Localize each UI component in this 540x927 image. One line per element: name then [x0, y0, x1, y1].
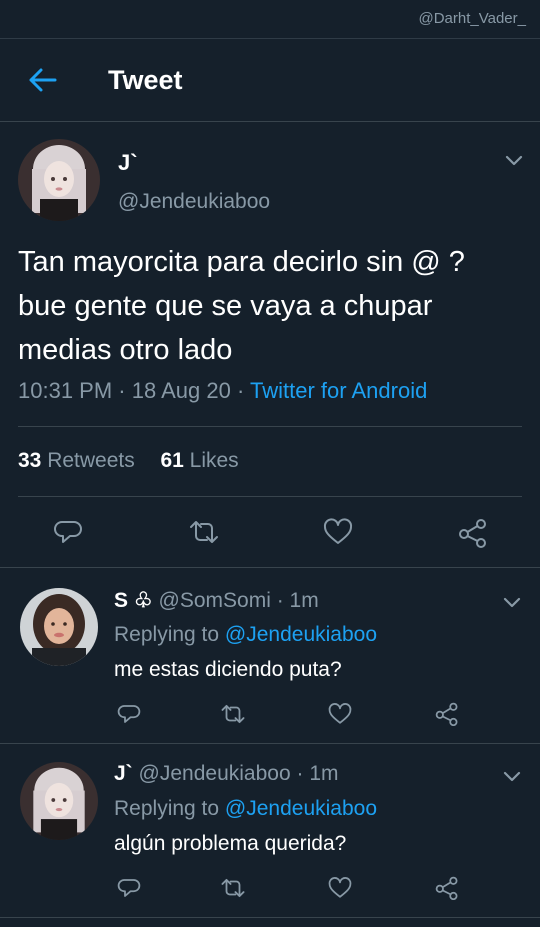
tweet-stats: 33 Retweets 61 Likes — [18, 449, 239, 473]
avatar[interactable] — [18, 139, 100, 221]
retweets-label: Retweets — [47, 449, 135, 472]
reply-time: 1m — [309, 762, 339, 785]
replying-to: Replying to @Jendeukiaboo — [114, 797, 377, 821]
reply-icon[interactable] — [53, 518, 83, 546]
reply-tweet[interactable]: J` @Jendeukiaboo · 1m Replying to @Jende… — [0, 744, 540, 918]
back-arrow-icon[interactable] — [28, 67, 58, 93]
reply-icon[interactable] — [117, 702, 141, 726]
like-icon[interactable] — [328, 702, 352, 726]
tweet-date: 18 Aug 20 — [131, 378, 231, 403]
tweet-meta: 10:31 PM · 18 Aug 20 · Twitter for Andro… — [18, 378, 427, 404]
reply-header: S ♧ @SomSomi · 1m — [114, 588, 319, 613]
reply-text: algún problema querida? — [114, 832, 347, 855]
meta-separator: · — [296, 762, 304, 785]
meta-separator: · — [118, 378, 132, 403]
retweet-icon[interactable] — [188, 518, 220, 546]
likes-count: 61 — [160, 449, 184, 472]
share-icon[interactable] — [457, 518, 489, 548]
replying-prefix: Replying to — [114, 623, 220, 646]
avatar[interactable] — [20, 762, 98, 840]
meta-separator: · — [276, 589, 284, 612]
main-tweet: J` @Jendeukiaboo Tan mayorcita para deci… — [0, 122, 540, 568]
reply-actions — [0, 702, 540, 728]
tweet-text: Tan mayorcita para decirlo sin @ ? bue g… — [18, 240, 523, 372]
page-title: Tweet — [108, 65, 183, 95]
meta-separator: · — [236, 378, 251, 403]
share-icon[interactable] — [434, 702, 460, 726]
tweet-text-line: medias otro lado — [18, 334, 233, 366]
replying-prefix: Replying to — [114, 797, 220, 820]
reply-header: J` @Jendeukiaboo · 1m — [114, 762, 339, 786]
chevron-down-icon[interactable] — [504, 154, 524, 168]
share-icon[interactable] — [434, 876, 460, 900]
author-handle[interactable]: @SomSomi — [159, 589, 271, 612]
retweets-count: 33 — [18, 449, 42, 472]
avatar[interactable] — [20, 588, 98, 666]
watermark: @Darht_Vader_ — [418, 10, 526, 27]
likes-stat[interactable]: 61 Likes — [160, 449, 238, 472]
author-name[interactable]: J` — [114, 762, 133, 785]
divider — [18, 496, 522, 497]
reply-time: 1m — [289, 589, 319, 612]
replying-to-link[interactable]: @Jendeukiaboo — [225, 797, 377, 820]
author-name[interactable]: S ♧ — [114, 589, 153, 612]
tweet-actions — [0, 516, 540, 550]
like-icon[interactable] — [323, 518, 353, 546]
author-handle[interactable]: @Jendeukiaboo — [139, 762, 291, 785]
chevron-down-icon[interactable] — [502, 770, 522, 784]
top-bar: Tweet — [0, 38, 540, 122]
retweets-stat[interactable]: 33 Retweets — [18, 449, 135, 472]
divider — [18, 426, 522, 427]
reply-icon[interactable] — [117, 876, 141, 900]
reply-tweet[interactable]: S ♧ @SomSomi · 1m Replying to @Jendeukia… — [0, 570, 540, 744]
likes-label: Likes — [189, 449, 239, 472]
reply-text: me estas diciendo puta? — [114, 658, 342, 681]
reply-actions — [0, 876, 540, 902]
like-icon[interactable] — [328, 876, 352, 900]
tweet-text-line: Tan mayorcita para decirlo sin @ ? — [18, 246, 465, 278]
chevron-down-icon[interactable] — [502, 596, 522, 610]
tweet-time: 10:31 PM — [18, 378, 113, 403]
retweet-icon[interactable] — [220, 876, 246, 900]
replying-to-link[interactable]: @Jendeukiaboo — [225, 623, 377, 646]
replying-to: Replying to @Jendeukiaboo — [114, 623, 377, 647]
tweet-text-line: bue gente que se vaya a chupar — [18, 290, 433, 322]
author-handle[interactable]: @Jendeukiaboo — [118, 190, 270, 214]
retweet-icon[interactable] — [220, 702, 246, 726]
tweet-source-link[interactable]: Twitter for Android — [250, 378, 427, 403]
author-name[interactable]: J` — [118, 150, 138, 176]
